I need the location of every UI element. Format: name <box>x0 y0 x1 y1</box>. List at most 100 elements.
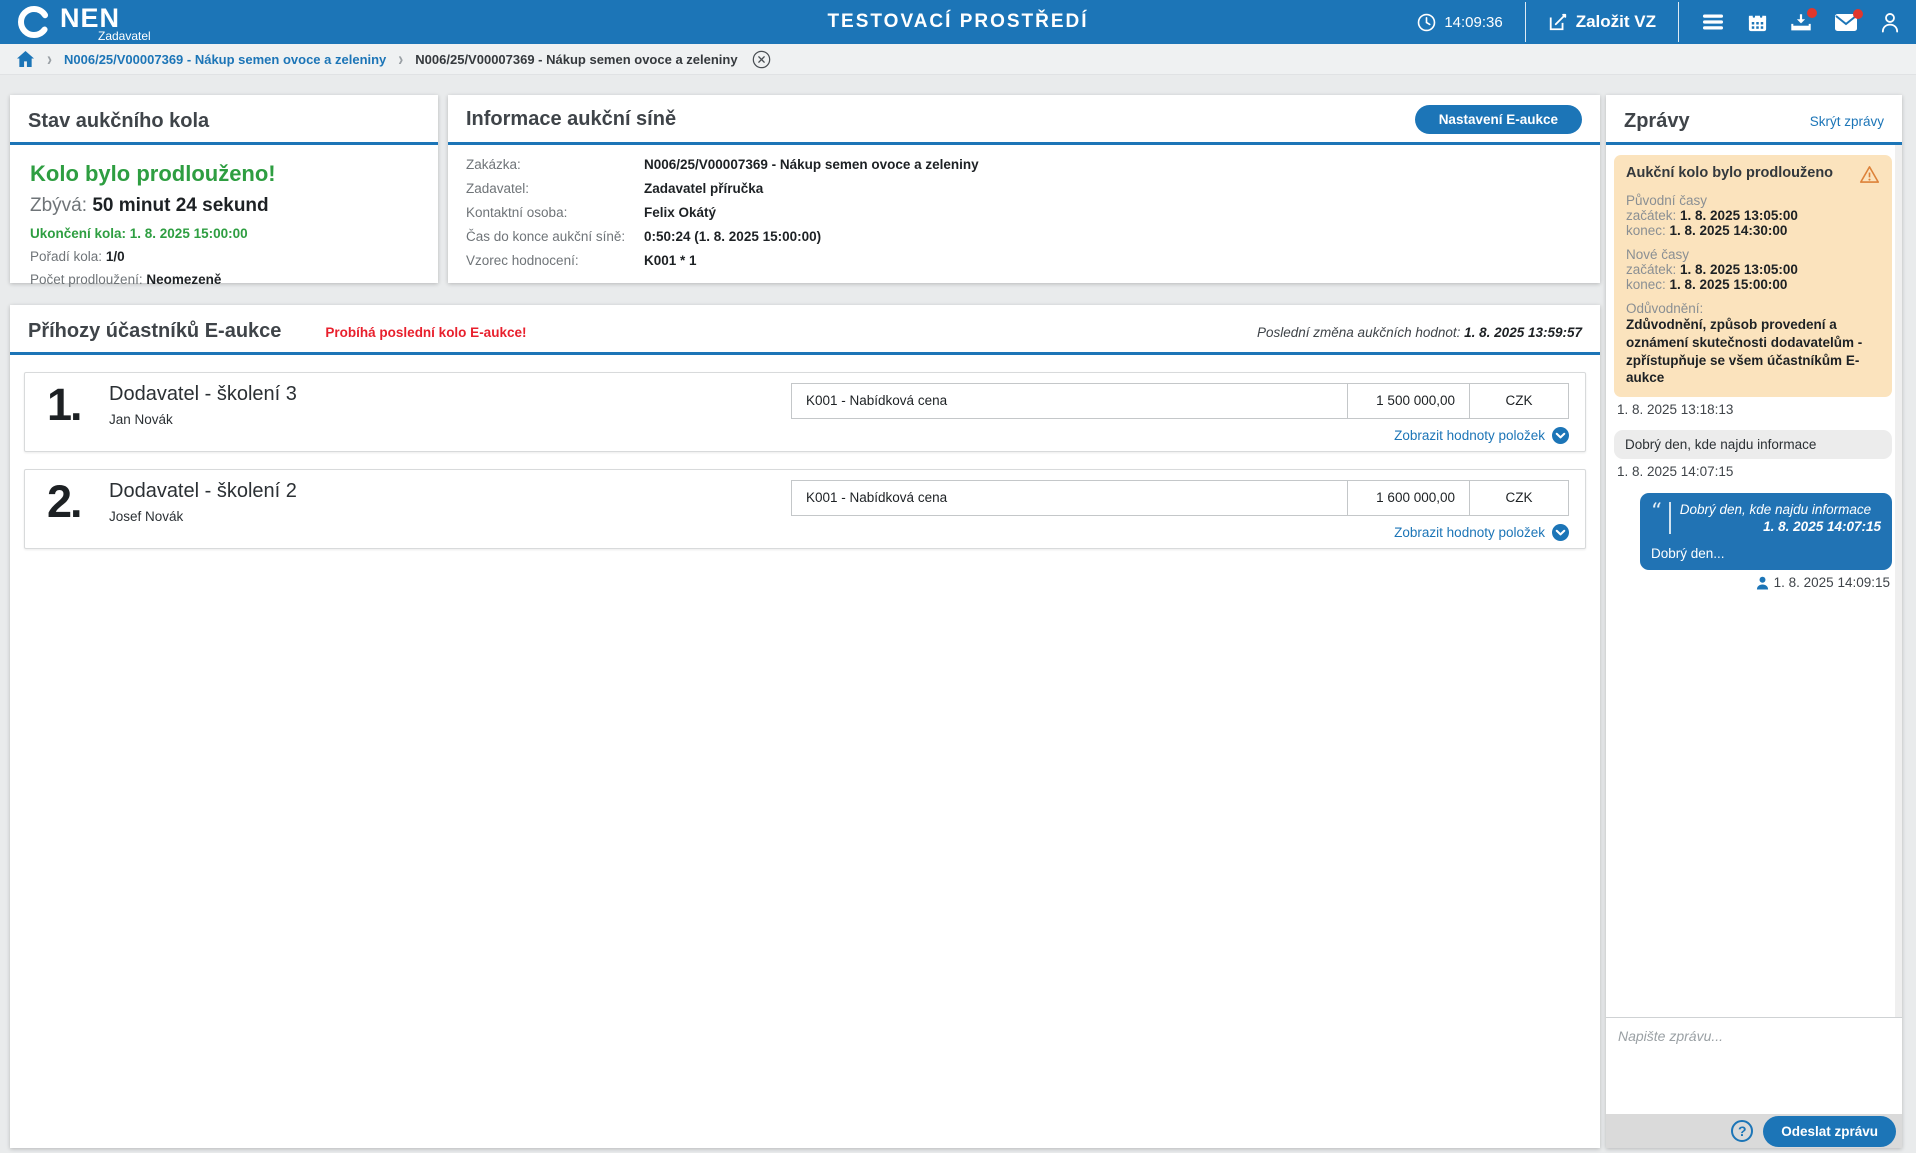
hide-messages-link[interactable]: Skrýt zprávy <box>1810 114 1884 129</box>
auction-room-info-panel: Informace aukční síně Nastavení E-aukce … <box>448 95 1600 283</box>
hamburger-icon <box>1701 12 1725 32</box>
server-time-value: 14:09:36 <box>1444 14 1502 31</box>
chevron-down-circle-icon[interactable] <box>1552 427 1569 444</box>
bid-value: 1 500 000,00 <box>1348 384 1470 418</box>
compose-area: ? Odeslat zprávu <box>1606 1017 1902 1148</box>
end-label: konec: <box>1626 277 1670 292</box>
show-item-values-control[interactable]: Zobrazit hodnoty položek <box>1394 524 1569 541</box>
field-zadavatel: Zadavatel: Zadavatel příručka <box>466 181 1582 196</box>
server-time: 14:09:36 <box>1417 13 1502 32</box>
participant-person: Josef Novák <box>109 509 183 524</box>
field-cas-do-konce: Čas do konce aukční síně: 0:50:24 (1. 8.… <box>466 229 1582 244</box>
extensions-line: Počet prodloužení: Neomezeně <box>30 272 418 287</box>
bids-panel-title: Příhozy účastníků E-aukce <box>28 320 281 343</box>
criterion-label: K001 - Nabídková cena <box>792 481 1348 515</box>
end-label: konec: <box>1626 223 1670 238</box>
criterion-label: K001 - Nabídková cena <box>792 384 1348 418</box>
field-zakazka: Zakázka: N006/25/V00007369 - Nákup semen… <box>466 157 1582 172</box>
field-value: Zadavatel příručka <box>644 181 763 196</box>
system-message: Aukční kolo bylo prodlouženo Původní čas… <box>1614 155 1892 397</box>
chevron-down-circle-icon[interactable] <box>1552 524 1569 541</box>
new-start-value: 1. 8. 2025 13:05:00 <box>1680 262 1798 277</box>
participant-rank: 1. <box>47 379 81 431</box>
bids-panel: Příhozy účastníků E-aukce Probíhá posled… <box>10 305 1600 1148</box>
participant-row: 1. Dodavatel - školení 3 Jan Novák K001 … <box>24 372 1586 452</box>
field-label: Zadavatel: <box>466 181 644 196</box>
quoted-text: Dobrý den, kde najdu informace <box>1680 502 1871 517</box>
round-order-label: Pořadí kola: <box>30 249 102 264</box>
quoted-message: “ Dobrý den, kde najdu informace 1. 8. 2… <box>1651 502 1881 534</box>
reason-label: Odůvodnění: <box>1626 301 1880 316</box>
messages-panel: Zprávy Skrýt zprávy Aukční kolo bylo pro… <box>1606 95 1902 1148</box>
field-label: Zakázka: <box>466 157 644 172</box>
messages-scrollbar[interactable] <box>1895 145 1902 1017</box>
remaining-value: 50 minut 24 sekund <box>92 195 268 216</box>
menu-button[interactable] <box>1701 12 1725 32</box>
info-panel-title: Informace aukční síně <box>466 108 676 131</box>
bid-value-group: K001 - Nabídková cena 1 600 000,00 CZK <box>791 480 1569 516</box>
field-vzorec-hodnoceni: Vzorec hodnocení: K001 * 1 <box>466 253 1582 268</box>
send-message-button[interactable]: Odeslat zprávu <box>1763 1116 1896 1147</box>
participant-company: Dodavatel - školení 3 <box>109 383 297 406</box>
messages-button[interactable] <box>1834 13 1858 32</box>
breadcrumb-item-contract[interactable]: N006/25/V00007369 - Nákup semen ovoce a … <box>64 52 386 67</box>
quote-icon: “ <box>1651 502 1662 534</box>
status-panel-title: Stav aukčního kola <box>28 110 209 133</box>
start-label: začátek: <box>1626 208 1680 223</box>
bid-value: 1 600 000,00 <box>1348 481 1470 515</box>
last-change-label: Poslední změna aukčních hodnot: <box>1257 325 1460 340</box>
messages-list[interactable]: Aukční kolo bylo prodlouženo Původní čas… <box>1606 145 1902 1017</box>
participant-rank: 2. <box>47 476 81 528</box>
show-item-values-link[interactable]: Zobrazit hodnoty položek <box>1394 428 1545 443</box>
eauction-settings-button[interactable]: Nastavení E-aukce <box>1415 105 1582 134</box>
message-input[interactable] <box>1606 1018 1902 1114</box>
last-change-info: Poslední změna aukčních hodnot: 1. 8. 20… <box>1257 325 1582 340</box>
logo-text: NEN <box>60 5 151 32</box>
close-tab-icon[interactable] <box>752 50 771 69</box>
last-change-value: 1. 8. 2025 13:59:57 <box>1464 325 1582 340</box>
nen-logo-icon <box>16 4 52 40</box>
reason-text: Zdůvodnění, způsob provedení a oznámení … <box>1626 316 1880 387</box>
remaining-label: Zbývá: <box>30 195 87 216</box>
show-item-values-link[interactable]: Zobrazit hodnoty položek <box>1394 525 1545 540</box>
sent-message: “ Dobrý den, kde najdu informace 1. 8. 2… <box>1640 493 1892 570</box>
create-vz-label: Založit VZ <box>1576 12 1656 32</box>
downloads-button[interactable] <box>1790 12 1812 33</box>
start-label: začátek: <box>1626 262 1680 277</box>
time-remaining: Zbývá: 50 minut 24 sekund <box>30 195 418 217</box>
app-header: NEN Zadavatel TESTOVACÍ PROSTŘEDÍ 14:09:… <box>0 0 1916 44</box>
home-icon[interactable] <box>16 50 35 68</box>
mail-badge <box>1853 9 1863 19</box>
message-timestamp: 1. 8. 2025 13:18:13 <box>1617 402 1890 417</box>
app-logo[interactable]: NEN Zadavatel <box>16 3 151 42</box>
create-vz-button[interactable]: Založit VZ <box>1548 12 1656 32</box>
calendar-button[interactable] <box>1747 12 1768 33</box>
received-message: Dobrý den, kde najdu informace <box>1614 430 1892 459</box>
field-value: 0:50:24 (1. 8. 2025 15:00:00) <box>644 229 821 244</box>
quoted-timestamp: 1. 8. 2025 14:07:15 <box>1680 519 1881 534</box>
system-message-title: Aukční kolo bylo prodlouženo <box>1626 165 1859 181</box>
original-times-label: Původní časy <box>1626 193 1880 208</box>
field-value: K001 * 1 <box>644 253 697 268</box>
extensions-value: Neomezeně <box>146 272 221 287</box>
breadcrumb-chevron-icon: › <box>47 48 52 70</box>
logo-subtitle: Zadavatel <box>98 30 151 42</box>
show-item-values-control[interactable]: Zobrazit hodnoty položek <box>1394 427 1569 444</box>
new-times-label: Nové časy <box>1626 247 1880 262</box>
profile-button[interactable] <box>1880 12 1900 33</box>
header-separator <box>1678 2 1679 42</box>
calendar-icon <box>1747 12 1768 33</box>
original-start-value: 1. 8. 2025 13:05:00 <box>1680 208 1798 223</box>
person-icon <box>1880 12 1900 33</box>
field-label: Kontaktní osoba: <box>466 205 644 220</box>
sent-message-text: Dobrý den... <box>1651 546 1881 561</box>
clock-icon <box>1417 13 1436 32</box>
participant-company: Dodavatel - školení 2 <box>109 480 297 503</box>
field-value: Felix Okátý <box>644 205 716 220</box>
field-value: N006/25/V00007369 - Nákup semen ovoce a … <box>644 157 979 172</box>
help-icon[interactable]: ? <box>1731 1120 1753 1142</box>
participant-row: 2. Dodavatel - školení 2 Josef Novák K00… <box>24 469 1586 549</box>
field-label: Vzorec hodnocení: <box>466 253 644 268</box>
round-order-value: 1/0 <box>106 249 125 264</box>
bid-currency: CZK <box>1470 481 1568 515</box>
